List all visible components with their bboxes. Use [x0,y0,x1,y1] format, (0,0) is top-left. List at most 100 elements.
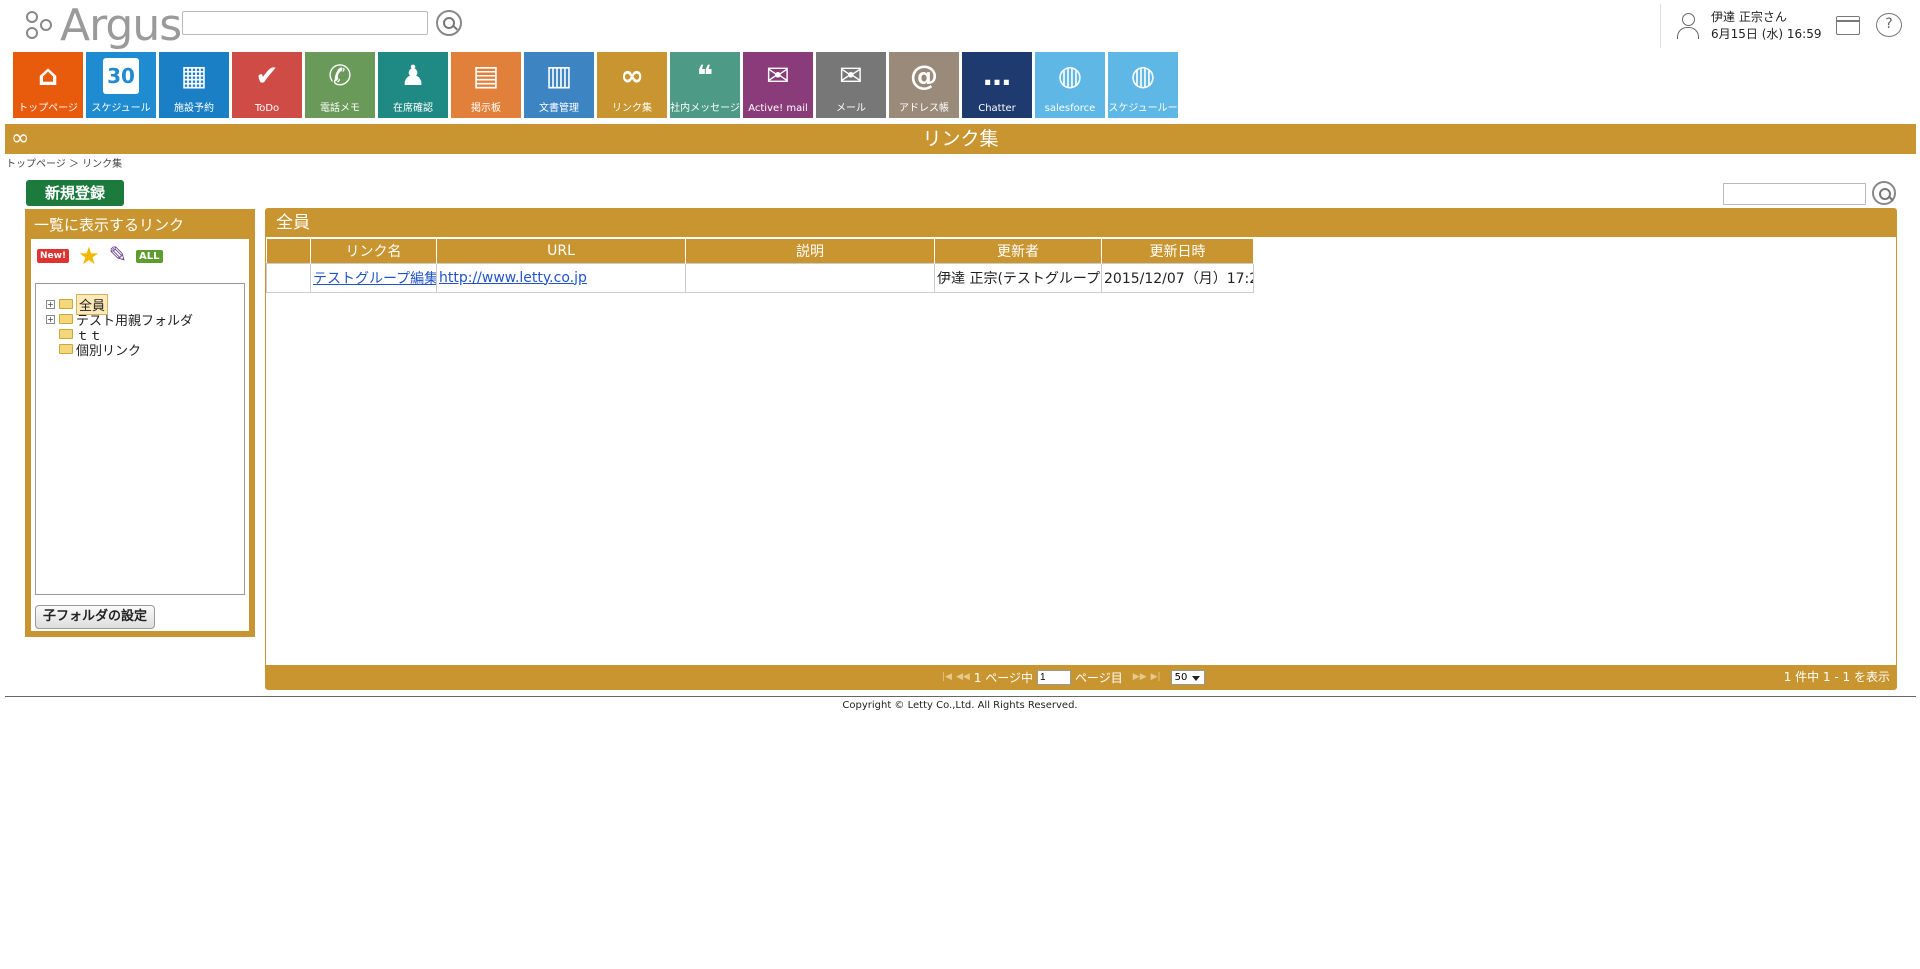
chatter-icon: … [983,59,1011,92]
link-name-cell: テストグループ編集... [310,262,437,293]
app-tile[interactable]: ✉ Active! mail [743,52,813,118]
column-header[interactable]: 説明 [685,239,935,263]
link-name[interactable]: テストグループ編集... [313,268,436,288]
new-filter-icon[interactable]: New! [37,249,70,263]
folder-icon [59,329,73,339]
result-count: 1 件中 1 - 1 を表示 [1783,670,1890,684]
expand-icon[interactable]: + [46,314,55,324]
column-header[interactable]: 更新日時 [1101,239,1254,263]
app-tile-label: 在席確認 [393,103,433,114]
todo-icon: ✔ [255,59,279,92]
link-updater-cell: 伊達 正宗(テストグループ) [934,262,1102,293]
folder-panel: 一覧に表示するリンク New! ★ ✎ ALL + 全員 + テスト用親フォルダ ｔｔ 個… [25,209,255,637]
link-table: リンク名URL説明更新者更新日時 テストグループ編集...http://www.… [266,239,1254,293]
document-icon: ▥ [545,59,573,92]
app-tile[interactable]: ⌂ トップページ [13,52,83,118]
link-updated-at-cell: 2015/12/07（月）17:22 [1101,262,1254,293]
app-tile[interactable]: ✔ ToDo [232,52,302,118]
home-icon: ⌂ [37,59,59,92]
header: Argus 伊達 正宗さん 6月15日 (水) 16:59 ? [0,0,1920,52]
app-tile-label: 掲示板 [471,103,501,114]
page-title: リンク集 [922,128,999,150]
logo-mark-icon [24,9,58,43]
app-tile[interactable]: ◍ スケジュールー [1108,52,1178,118]
app-tile-label: 社内メッセージ [670,103,740,114]
filter-icons: New! ★ ✎ ALL [37,244,172,268]
user-icon[interactable] [1675,12,1701,40]
app-tile-label: Active! mail [748,103,808,114]
link-search-input[interactable] [1723,183,1866,205]
link-list-panel: 全員 リンク名URL説明更新者更新日時 テストグループ編集...http://w… [265,208,1897,690]
link-icon: ∞ [620,59,644,92]
facility-icon: ▦ [180,59,208,92]
argus-logo[interactable]: Argus [24,4,182,48]
first-page-icon[interactable]: |◀ [942,672,952,682]
app-tile-label: 施設予約 [174,103,214,114]
page-suffix: ページ目 [1075,670,1123,685]
row-select-cell-cell [266,262,311,293]
phone-icon: ✆ [328,59,352,92]
link-url-cell: http://www.letty.co.jp [436,262,686,293]
breadcrumb[interactable]: トップページ ＞ リンク集 [6,155,122,170]
app-tile[interactable]: ▦ 施設予約 [159,52,229,118]
page-title-bar: ∞ リンク集 [5,124,1916,154]
app-tile[interactable]: @ アドレス帳 [889,52,959,118]
app-tile[interactable]: … Chatter [962,52,1032,118]
app-tile[interactable]: ✉ メール [816,52,886,118]
globe-icon: ◍ [1057,59,1083,92]
tree-folder-label: 個別リンク [76,343,142,359]
board-icon: ▤ [472,59,500,92]
help-icon[interactable]: ? [1876,13,1902,37]
page-number-input[interactable] [1037,669,1072,685]
column-header[interactable]: 更新者 [934,239,1102,263]
all-filter-icon[interactable]: ALL [136,249,163,263]
footer-divider [5,696,1916,697]
folder-tree: + 全員 + テスト用親フォルダ ｔｔ 個別リンク [35,283,245,595]
app-tile[interactable]: 30 スケジュール [86,52,156,118]
link-updater: 伊達 正宗(テストグループ) [937,270,1102,287]
app-tile[interactable]: ♟ 在席確認 [378,52,448,118]
per-page-select[interactable]: 50 [1170,669,1205,685]
app-tile-label: 電話メモ [320,103,360,114]
calendar-icon: 30 [103,58,139,94]
global-search-input[interactable] [182,11,428,35]
link-updated-at: 2015/12/07（月）17:22 [1104,270,1254,287]
column-header[interactable]: リンク名 [310,239,437,263]
app-tile-label: トップページ [18,103,78,114]
last-page-icon[interactable]: ▶| [1151,672,1161,682]
tree-folder[interactable]: + テスト用親フォルダ [46,311,193,329]
star-icon[interactable]: ★ [78,244,100,268]
window-icon[interactable] [1836,16,1860,35]
app-tile[interactable]: ▤ 掲示板 [451,52,521,118]
app-tile[interactable]: ▥ 文書管理 [524,52,594,118]
link-search-icon[interactable] [1872,181,1896,205]
app-tile[interactable]: ✆ 電話メモ [305,52,375,118]
app-tile-label: salesforce [1044,103,1096,114]
child-folder-settings-button[interactable]: 子フォルダの設定 [35,605,155,629]
link-url[interactable]: http://www.letty.co.jp [439,270,587,286]
presence-icon: ♟ [400,59,426,92]
app-launcher: ⌂ トップページ 30 スケジュール ▦ 施設予約 ✔ ToDo ✆ 電話メモ ♟ 在席確認 ▤ 掲示板 ▥… [13,52,1181,118]
app-tile[interactable]: ❝ 社内メッセージ [670,52,740,118]
folder-icon [59,344,73,354]
edit-pen-icon[interactable]: ✎ [109,245,127,267]
folder-icon [59,299,73,309]
pager: |◀ ◀◀ 1 ページ中 ページ目 ▶▶ ▶| 50 1 件中 1 - 1 を表… [266,665,1896,689]
prev-page-icon[interactable]: ◀◀ [956,672,970,682]
tree-folder[interactable]: 個別リンク [59,341,142,359]
global-search-icon[interactable] [436,10,462,36]
app-tile[interactable]: ◍ salesforce [1035,52,1105,118]
link-description-cell [685,262,935,293]
expand-icon[interactable]: + [46,299,55,309]
folder-icon [59,314,73,324]
app-tile[interactable]: ∞ リンク集 [597,52,667,118]
next-page-icon[interactable]: ▶▶ [1133,672,1147,682]
message-icon: ❝ [696,59,714,92]
app-tile-label: アドレス帳 [899,103,949,114]
app-tile-label: Chatter [978,103,1016,114]
activemail-icon: ✉ [766,59,790,92]
user-info: 伊達 正宗さん 6月15日 (水) 16:59 [1660,4,1821,48]
column-header[interactable]: URL [436,239,686,263]
new-register-button[interactable]: 新規登録 [26,180,124,206]
page-prefix: 1 ページ中 [973,670,1034,685]
